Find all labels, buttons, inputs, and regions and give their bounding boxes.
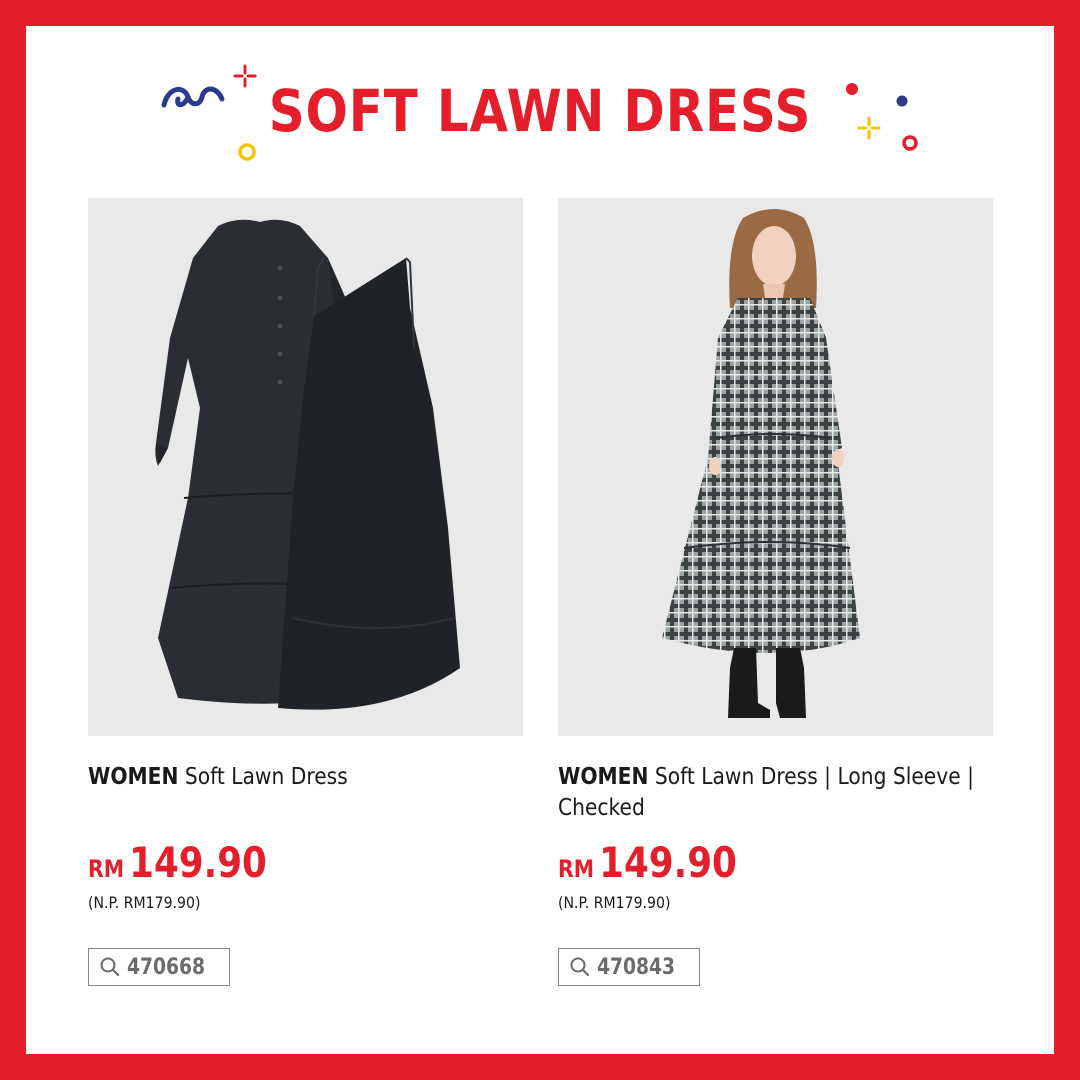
product-code-search-button[interactable]: 470843	[558, 948, 700, 986]
price-amount: 149.90	[129, 838, 267, 887]
product-image-black-dress[interactable]	[88, 198, 523, 736]
product-card-470668[interactable]: WOMEN Soft Lawn Dress RM 149.90 (N.P. RM…	[88, 198, 523, 986]
checked-dress-model-image	[662, 209, 860, 718]
price: RM 149.90	[558, 838, 928, 887]
product-title: Soft Lawn Dress	[184, 764, 348, 790]
product-category: WOMEN	[88, 764, 179, 790]
normal-price: (N.P. RM179.90)	[558, 893, 671, 912]
price-amount: 149.90	[599, 838, 737, 887]
normal-price: (N.P. RM179.90)	[88, 893, 201, 912]
price-currency: RM	[558, 855, 595, 883]
sparkle-yellow-icon	[857, 116, 881, 140]
product-image-checked-dress[interactable]	[558, 198, 993, 736]
product-code-search-button[interactable]: 470668	[88, 948, 230, 986]
product-name[interactable]: WOMEN Soft Lawn Dress	[88, 762, 519, 824]
product-code: 470668	[127, 954, 206, 980]
header: SOFT LAWN DRESS	[26, 64, 1054, 161]
product-name[interactable]: WOMEN Soft Lawn Dress | Long Sleeve | Ch…	[558, 762, 989, 824]
black-tiered-dress-image	[155, 219, 460, 710]
ring-yellow-icon	[238, 143, 256, 161]
ring-red-icon	[902, 135, 918, 151]
search-icon	[570, 957, 590, 977]
price: RM 149.90	[88, 838, 458, 887]
product-code: 470843	[597, 954, 676, 980]
search-icon	[100, 957, 120, 977]
product-card-470843[interactable]: WOMEN Soft Lawn Dress | Long Sleeve | Ch…	[558, 198, 993, 986]
promo-card: SOFT LAWN DRESS WOMEN Soft Lawn Dress RM…	[26, 26, 1054, 1054]
price-currency: RM	[88, 855, 125, 883]
product-category: WOMEN	[558, 764, 649, 790]
dot-red-icon	[846, 83, 858, 95]
dot-blue-icon	[896, 95, 908, 107]
